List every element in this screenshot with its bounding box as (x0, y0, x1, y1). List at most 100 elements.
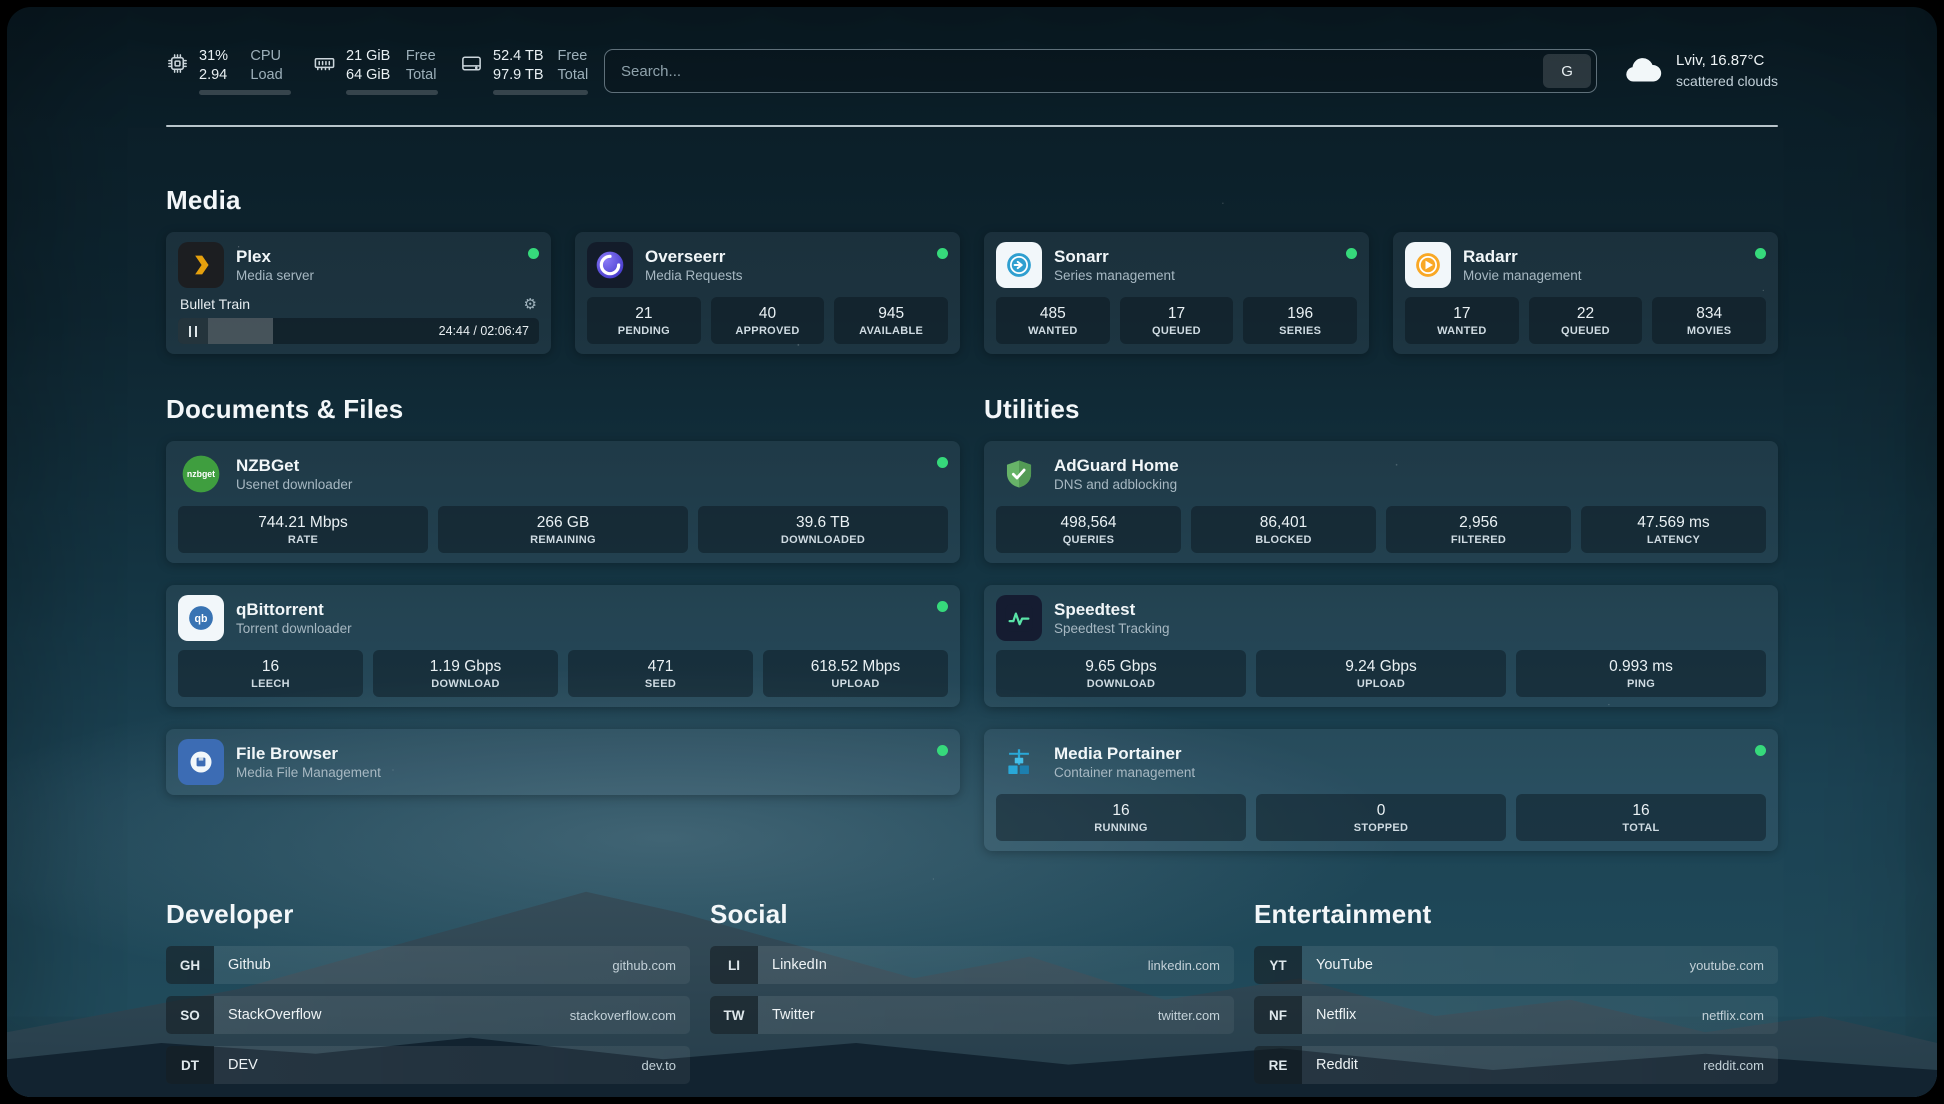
service-subtitle: DNS and adblocking (1054, 476, 1766, 493)
weather-widget[interactable]: Lviv, 16.87°C scattered clouds (1597, 51, 1778, 91)
playback-progress-fill (208, 318, 273, 344)
media-cards: Plex Media server Bullet Train ⚙ (166, 232, 1778, 354)
bookmark-netflix[interactable]: NF Netflix netflix.com (1254, 996, 1778, 1034)
bookmark-stackoverflow[interactable]: SO StackOverflow stackoverflow.com (166, 996, 690, 1034)
bookmark-linkedin[interactable]: LI LinkedIn linkedin.com (710, 946, 1234, 984)
bookmark-dev[interactable]: DT DEV dev.to (166, 1046, 690, 1084)
service-card-overseerr[interactable]: Overseerr Media Requests 21 PENDING 40 A… (575, 232, 960, 354)
service-card-adguard[interactable]: AdGuard Home DNS and adblocking 498,564 … (984, 441, 1778, 563)
stat-box: 0.993 ms PING (1516, 650, 1766, 697)
search-provider-button[interactable]: G (1543, 54, 1591, 88)
bookmark-name: Github (228, 957, 612, 973)
bookmark-name: LinkedIn (772, 957, 1148, 973)
bookmark-abbr: NF (1254, 996, 1302, 1034)
service-name: AdGuard Home (1054, 455, 1766, 476)
stat-box: 2,956 FILTERED (1386, 506, 1571, 553)
status-dot (937, 745, 948, 756)
disk-free: 52.4 TB (493, 47, 544, 66)
bookmark-group-social: Social LI LinkedIn linkedin.com TW Twitt… (710, 899, 1234, 1084)
nzbget-icon: nzbget (178, 451, 224, 497)
weather-condition: scattered clouds (1676, 71, 1778, 91)
memory-readout: 21 GiB Free 64 GiB Total (346, 47, 438, 95)
bookmark-name: StackOverflow (228, 1007, 570, 1023)
service-subtitle: Media File Management (236, 764, 925, 781)
bookmarks-area: Developer GH Github github.com SO StackO… (166, 899, 1778, 1084)
service-name: Speedtest (1054, 599, 1766, 620)
cpu-load: 2.94 (199, 66, 236, 85)
memory-total: 64 GiB (346, 66, 392, 85)
bookmark-url: linkedin.com (1148, 958, 1220, 973)
status-dot (1346, 248, 1357, 259)
service-card-portainer[interactable]: Media Portainer Container management 16 … (984, 729, 1778, 851)
pause-button[interactable] (178, 318, 208, 344)
service-card-nzbget[interactable]: nzbget NZBGet Usenet downloader 744.21 M… (166, 441, 960, 563)
service-card-qbittorrent[interactable]: qb qBittorrent Torrent downloader 16 LEE… (166, 585, 960, 707)
plex-icon (178, 242, 224, 288)
developer-group-title: Developer (166, 899, 690, 930)
bookmark-youtube[interactable]: YT YouTube youtube.com (1254, 946, 1778, 984)
playback-progress-bar[interactable]: 24:44 / 02:06:47 (208, 318, 539, 344)
bookmark-twitter[interactable]: TW Twitter twitter.com (710, 996, 1234, 1034)
status-dot (1755, 248, 1766, 259)
gear-icon[interactable]: ⚙ (524, 295, 537, 313)
dashboard-content: 31% CPU 2.94 Load 21 (166, 7, 1778, 1084)
cpu-label: CPU (250, 47, 291, 66)
search-input[interactable] (621, 63, 1543, 80)
qbittorrent-icon: qb (178, 595, 224, 641)
stat-box: 1.19 Gbps DOWNLOAD (373, 650, 558, 697)
memory-free-label: Free (406, 47, 438, 66)
service-subtitle: Usenet downloader (236, 476, 925, 493)
now-playing-title: Bullet Train (180, 296, 524, 312)
filebrowser-icon (178, 739, 224, 785)
stat-box: 744.21 Mbps RATE (178, 506, 428, 553)
stat-box: 17 WANTED (1405, 297, 1519, 344)
cpu-load-label: Load (250, 66, 291, 85)
stat-box: 22 QUEUED (1529, 297, 1643, 344)
dashboard-screen: 31% CPU 2.94 Load 21 (7, 7, 1937, 1097)
memory-total-label: Total (406, 66, 438, 85)
service-subtitle: Movie management (1463, 267, 1743, 284)
service-card-filebrowser[interactable]: File Browser Media File Management (166, 729, 960, 795)
status-dot (528, 248, 539, 259)
disk-widget: 52.4 TB Free 97.9 TB Total (460, 47, 588, 95)
media-section-title: Media (166, 185, 1778, 216)
disk-readout: 52.4 TB Free 97.9 TB Total (493, 47, 588, 95)
service-subtitle: Media Requests (645, 267, 925, 284)
search-bar[interactable]: G (604, 49, 1597, 93)
cloud-icon (1623, 53, 1663, 90)
service-name: Plex (236, 246, 516, 267)
service-name: Radarr (1463, 246, 1743, 267)
social-group-title: Social (710, 899, 1234, 930)
status-dot (937, 457, 948, 468)
cpu-percent: 31% (199, 47, 236, 66)
svg-text:qb: qb (195, 613, 208, 625)
stat-box: 498,564 QUERIES (996, 506, 1181, 553)
stat-box: 16 TOTAL (1516, 794, 1766, 841)
bookmark-abbr: SO (166, 996, 214, 1034)
stat-box: 21 PENDING (587, 297, 701, 344)
disk-total: 97.9 TB (493, 66, 544, 85)
bookmark-url: netflix.com (1702, 1008, 1764, 1023)
stat-box: 86,401 BLOCKED (1191, 506, 1376, 553)
adguard-icon (996, 451, 1042, 497)
service-card-sonarr[interactable]: Sonarr Series management 485 WANTED 17 Q… (984, 232, 1369, 354)
topbar-divider (166, 125, 1778, 127)
stat-box: 618.52 Mbps UPLOAD (763, 650, 948, 697)
bookmark-github[interactable]: GH Github github.com (166, 946, 690, 984)
section-media: Media Plex Media server (166, 185, 1778, 354)
cpu-widget: 31% CPU 2.94 Load (166, 47, 291, 95)
memory-free: 21 GiB (346, 47, 392, 66)
stat-box: 196 SERIES (1243, 297, 1357, 344)
service-subtitle: Speedtest Tracking (1054, 620, 1766, 637)
service-card-radarr[interactable]: Radarr Movie management 17 WANTED 22 QUE… (1393, 232, 1778, 354)
service-card-speedtest[interactable]: Speedtest Speedtest Tracking 9.65 Gbps D… (984, 585, 1778, 707)
stat-box: 9.24 Gbps UPLOAD (1256, 650, 1506, 697)
resource-widgets: 31% CPU 2.94 Load 21 (166, 47, 604, 95)
speedtest-icon (996, 595, 1042, 641)
utilities-column: Utilities AdGuard Home (984, 394, 1778, 851)
bookmark-name: Netflix (1316, 1007, 1702, 1023)
status-dot (1755, 745, 1766, 756)
bookmark-abbr: YT (1254, 946, 1302, 984)
service-card-plex[interactable]: Plex Media server Bullet Train ⚙ (166, 232, 551, 354)
bookmark-reddit[interactable]: RE Reddit reddit.com (1254, 1046, 1778, 1084)
